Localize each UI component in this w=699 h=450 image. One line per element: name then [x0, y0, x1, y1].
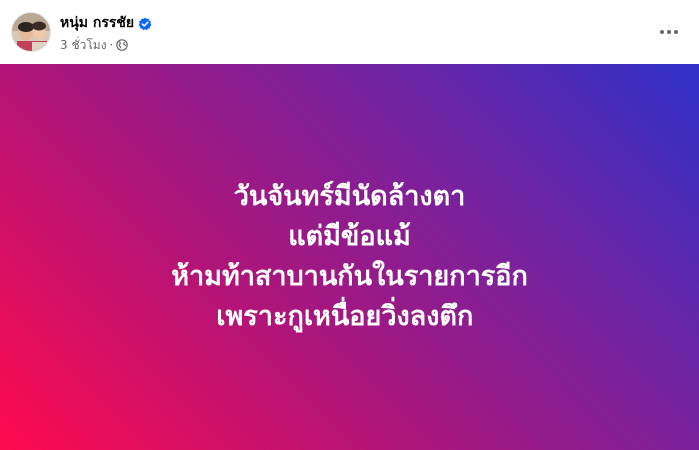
globe-icon[interactable] — [116, 39, 129, 51]
post-meta: 3 ชั่วโมง · — [60, 36, 129, 55]
more-options-button[interactable] — [651, 14, 687, 50]
meta-separator: · — [109, 38, 114, 52]
author-row: หนุ่ม กรรชัย — [60, 13, 152, 33]
facebook-post: หนุ่ม กรรชัย 3 ชั่วโมง · วันจันทร์มีนัดล… — [0, 0, 699, 450]
post-text-line: วันจันทร์มีนัดล้างตา — [233, 180, 466, 212]
more-horizontal-icon — [660, 30, 678, 34]
post-timestamp[interactable]: 3 ชั่วโมง — [60, 36, 107, 55]
verified-badge-icon — [138, 16, 152, 31]
avatar[interactable] — [11, 12, 51, 52]
post-text-background: วันจันทร์มีนัดล้างตา แต่มีข้อแม้ ห้ามท้า… — [0, 64, 699, 450]
post-text: วันจันทร์มีนัดล้างตา แต่มีข้อแม้ ห้ามท้า… — [171, 177, 528, 337]
post-text-line: เพราะกูเหนื่อยวิ่งลงตึก ￼ — [216, 300, 483, 332]
post-text-line: ห้ามท้าสาบานกันในรายการอีก — [171, 260, 528, 292]
post-header: หนุ่ม กรรชัย 3 ชั่วโมง · — [0, 0, 699, 64]
author-name[interactable]: หนุ่ม กรรชัย — [60, 12, 134, 34]
post-text-line: แต่มีข้อแม้ — [288, 220, 411, 252]
avatar-image — [12, 13, 50, 51]
